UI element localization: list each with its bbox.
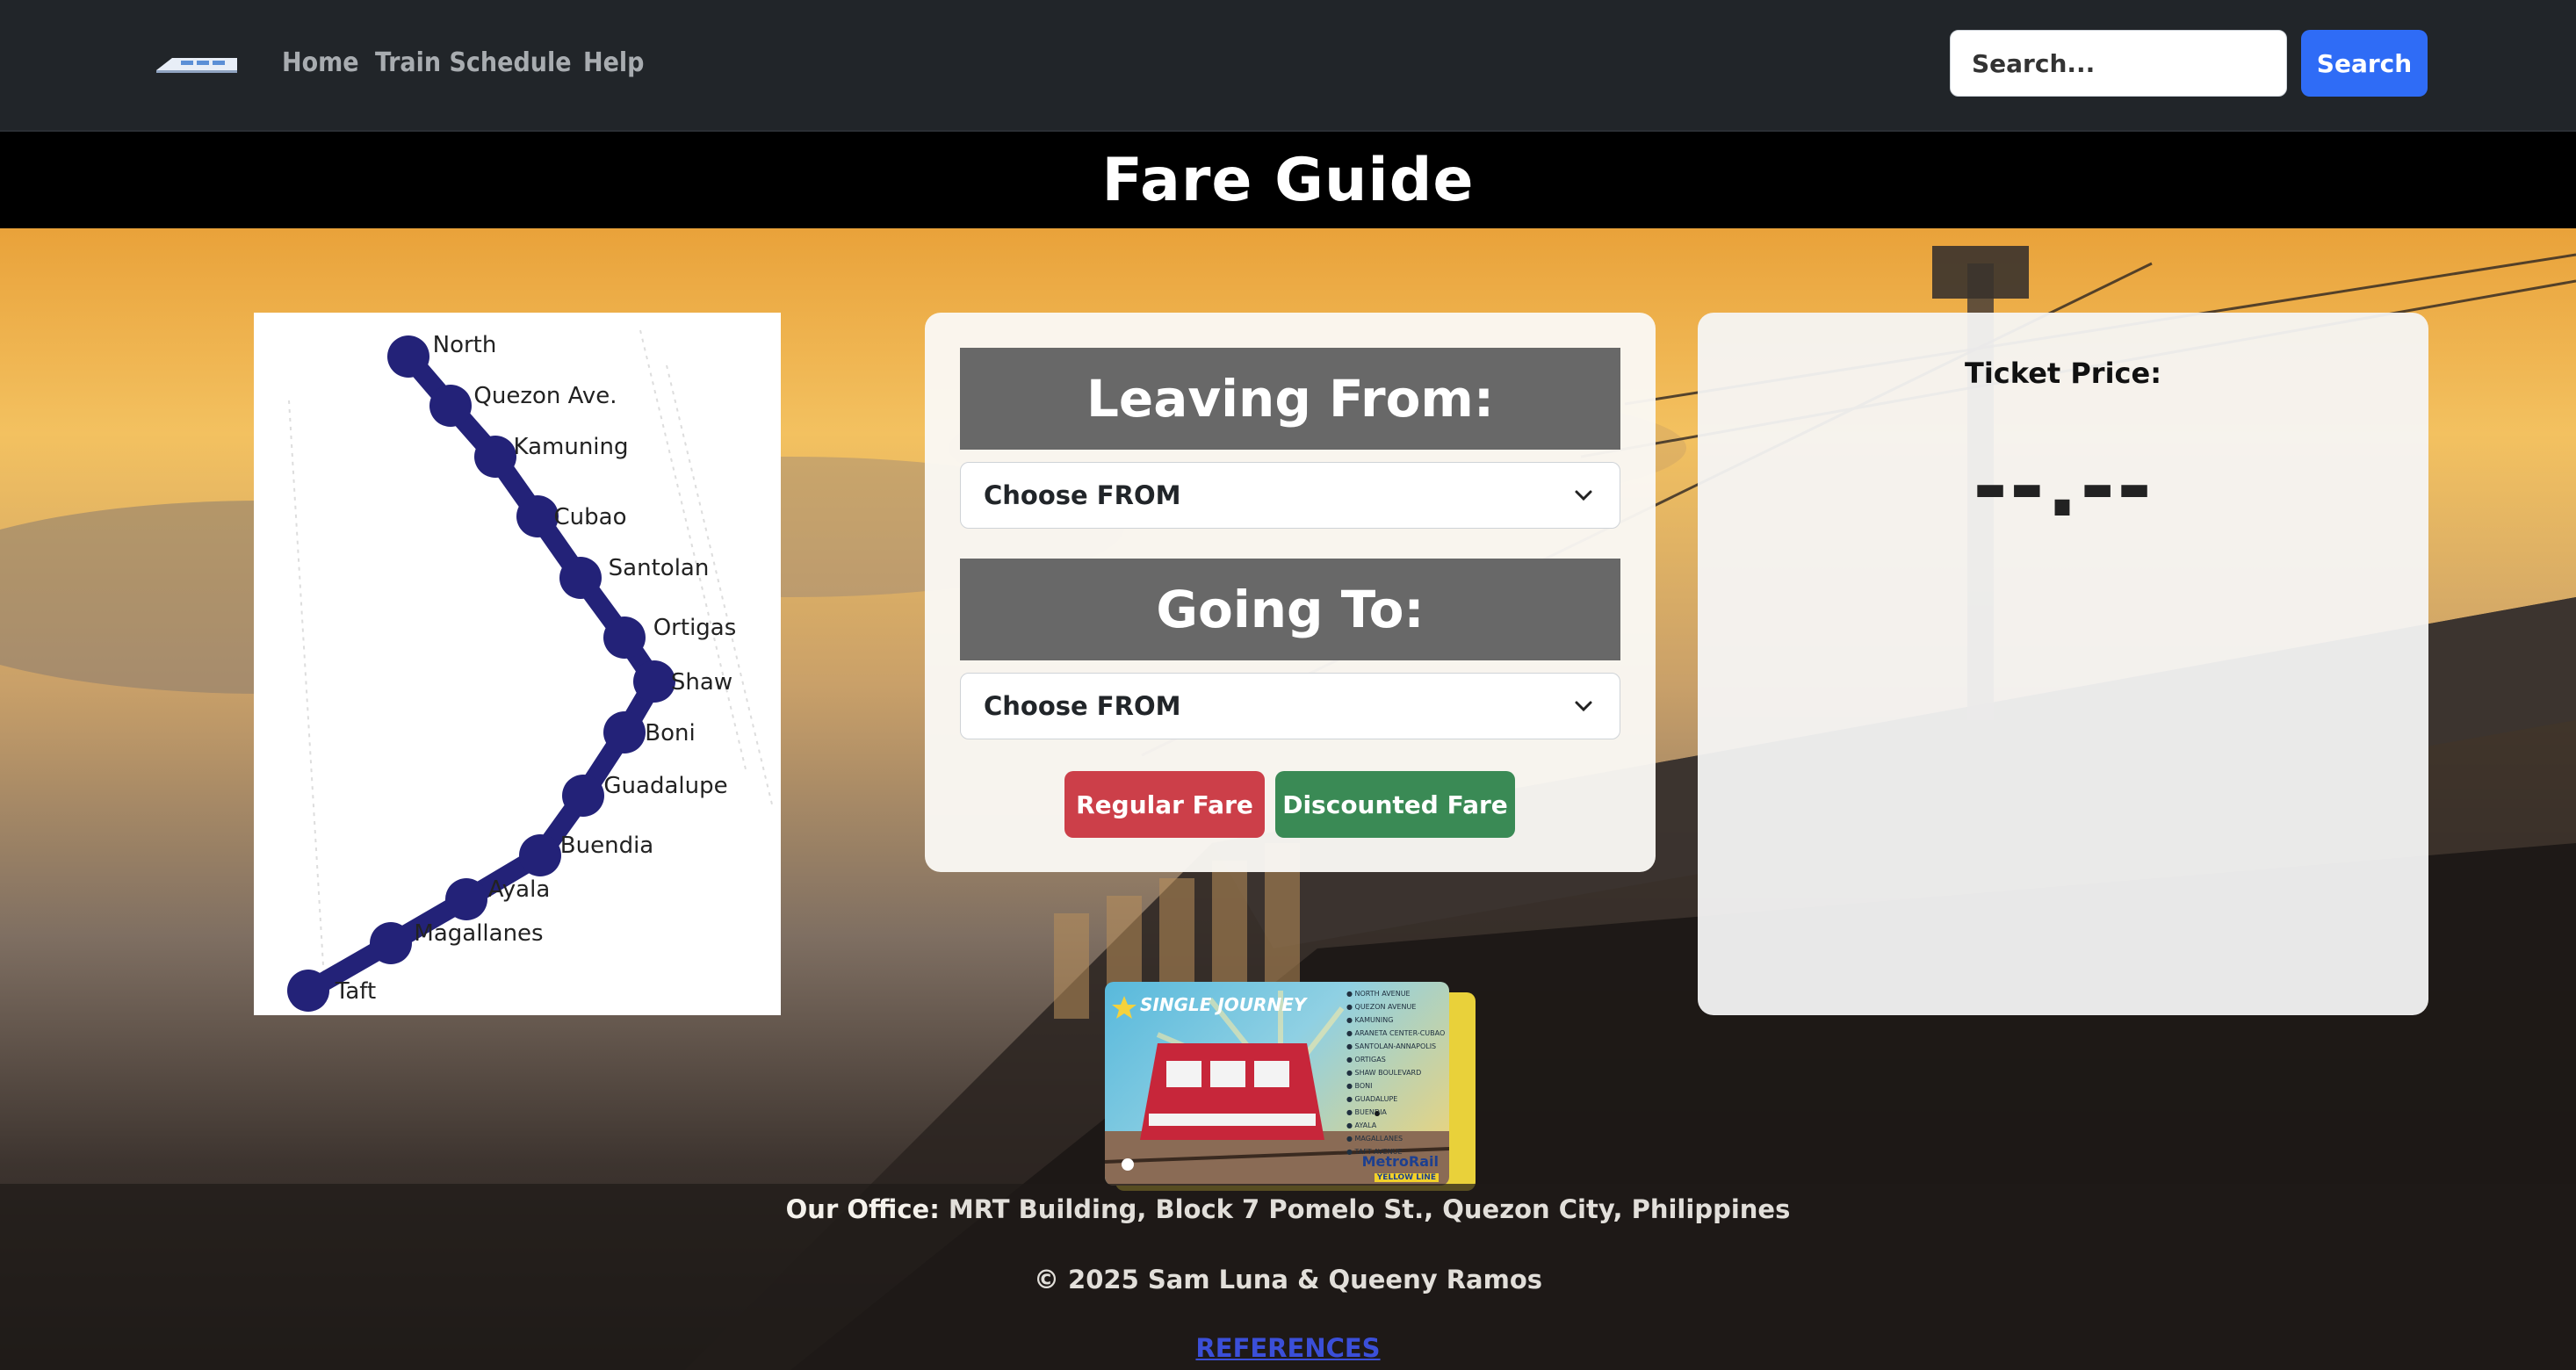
station-label: Guadalupe — [603, 773, 728, 799]
ticket-station: ● KAMUNING — [1346, 1016, 1394, 1024]
station-label: Ortigas — [653, 615, 737, 641]
going-to-header: Going To: — [960, 559, 1620, 660]
leaving-from-select[interactable]: Choose FROM — [960, 462, 1620, 529]
ticket-station: ● MAGALLANES — [1346, 1135, 1403, 1143]
line-map-graphic — [287, 329, 773, 1012]
search-input[interactable] — [1950, 30, 2287, 97]
train-logo-icon[interactable] — [155, 53, 239, 76]
ticket-subbrand: YELLOW LINE — [1374, 1173, 1439, 1182]
station-label: Shaw — [670, 669, 733, 696]
station-dot — [429, 385, 472, 427]
ticket-station: ● ARANETA CENTER-CUBAO — [1346, 1029, 1446, 1037]
station-label: Magallanes — [414, 920, 544, 947]
station-label: North — [432, 332, 497, 358]
station-label: Santolan — [608, 555, 710, 581]
fare-form-card: Leaving From: Choose FROM Going To: Choo… — [925, 313, 1656, 872]
page-title: Fare Guide — [1101, 145, 1475, 215]
ticket-brand: MetroRail — [1361, 1153, 1439, 1170]
ticket-station: ● SANTOLAN-ANNAPOLIS — [1346, 1042, 1437, 1050]
station-dot — [559, 557, 602, 599]
ticket-station: ● SHAW BOULEVARD — [1346, 1069, 1422, 1077]
ticket-station: ● BUENDIA — [1346, 1108, 1387, 1116]
station-dot — [519, 834, 561, 876]
ticket-image: SINGLE JOURNEY ● NORTH AVENUE ● QUEZON AV… — [1105, 982, 1449, 1186]
ticket-price-value: --.-- — [1973, 437, 2154, 536]
station-dot — [474, 436, 516, 478]
station-label: Boni — [645, 720, 696, 746]
title-band: Fare Guide — [0, 132, 2576, 228]
station-label: Buendia — [559, 833, 654, 859]
station-dot — [287, 970, 329, 1012]
station-dot — [516, 495, 559, 537]
line-map: North Quezon Ave. Kamuning Cubao Santolan Ort… — [254, 313, 781, 1015]
navbar: Home Train Schedule Help Search — [0, 0, 2576, 132]
ticket-title: SINGLE JOURNEY — [1140, 994, 1307, 1015]
station-label: Kamuning — [513, 434, 629, 460]
nav-link-help[interactable]: Help — [583, 47, 644, 78]
station-dot — [387, 335, 429, 378]
ticket-station: ● QUEZON AVENUE — [1346, 1003, 1417, 1011]
ticket-price-card: Ticket Price: --.-- — [1698, 313, 2428, 1015]
station-dot — [562, 775, 604, 817]
ticket-station: ● GUADALUPE — [1346, 1095, 1398, 1103]
ticket-station: ● AYALA — [1346, 1121, 1377, 1129]
footer-office-address: MRT Building, Block 7 Pomelo St., Quezon… — [948, 1194, 1791, 1224]
references-link[interactable]: REFERENCES — [1195, 1333, 1380, 1363]
station-label: Quezon Ave. — [473, 383, 617, 409]
ticket-station: ● ORTIGAS — [1346, 1056, 1386, 1064]
footer-office: Our Office: MRT Building, Block 7 Pomelo… — [0, 1194, 2576, 1224]
going-to-value: Choose FROM — [984, 691, 1181, 721]
footer-copyright: © 2025 Sam Luna & Queeny Ramos — [1033, 1265, 1543, 1294]
regular-fare-button[interactable]: Regular Fare — [1064, 771, 1265, 838]
discounted-fare-button[interactable]: Discounted Fare — [1275, 771, 1515, 838]
nav-link-train-schedule[interactable]: Train Schedule — [375, 47, 572, 78]
ticket-station-list: ● NORTH AVENUE ● QUEZON AVENUE ● KAMUNING ●… — [1346, 987, 1446, 1158]
station-dot — [603, 616, 646, 659]
ticket-station: ● BONI — [1346, 1082, 1373, 1090]
station-dot — [633, 660, 675, 703]
station-label: Taft — [335, 978, 377, 1005]
leaving-from-header: Leaving From: — [960, 348, 1620, 450]
going-to-select[interactable]: Choose FROM — [960, 673, 1620, 739]
ticket-station: ● NORTH AVENUE — [1346, 990, 1411, 998]
station-label: Ayala — [487, 876, 551, 903]
footer-office-label: Our Office: — [785, 1194, 940, 1224]
leaving-from-value: Choose FROM — [984, 480, 1181, 510]
footer: Our Office: MRT Building, Block 7 Pomelo… — [0, 1184, 2576, 1370]
station-dot — [445, 878, 487, 920]
nav-link-home[interactable]: Home — [282, 47, 359, 78]
ticket-price-label: Ticket Price: — [1965, 357, 2161, 390]
chevron-down-icon — [1575, 701, 1592, 712]
station-dot — [370, 922, 412, 964]
station-dot — [603, 711, 646, 754]
chevron-down-icon — [1575, 490, 1592, 501]
search-button[interactable]: Search — [2301, 30, 2428, 97]
station-label: Cubao — [553, 504, 627, 530]
